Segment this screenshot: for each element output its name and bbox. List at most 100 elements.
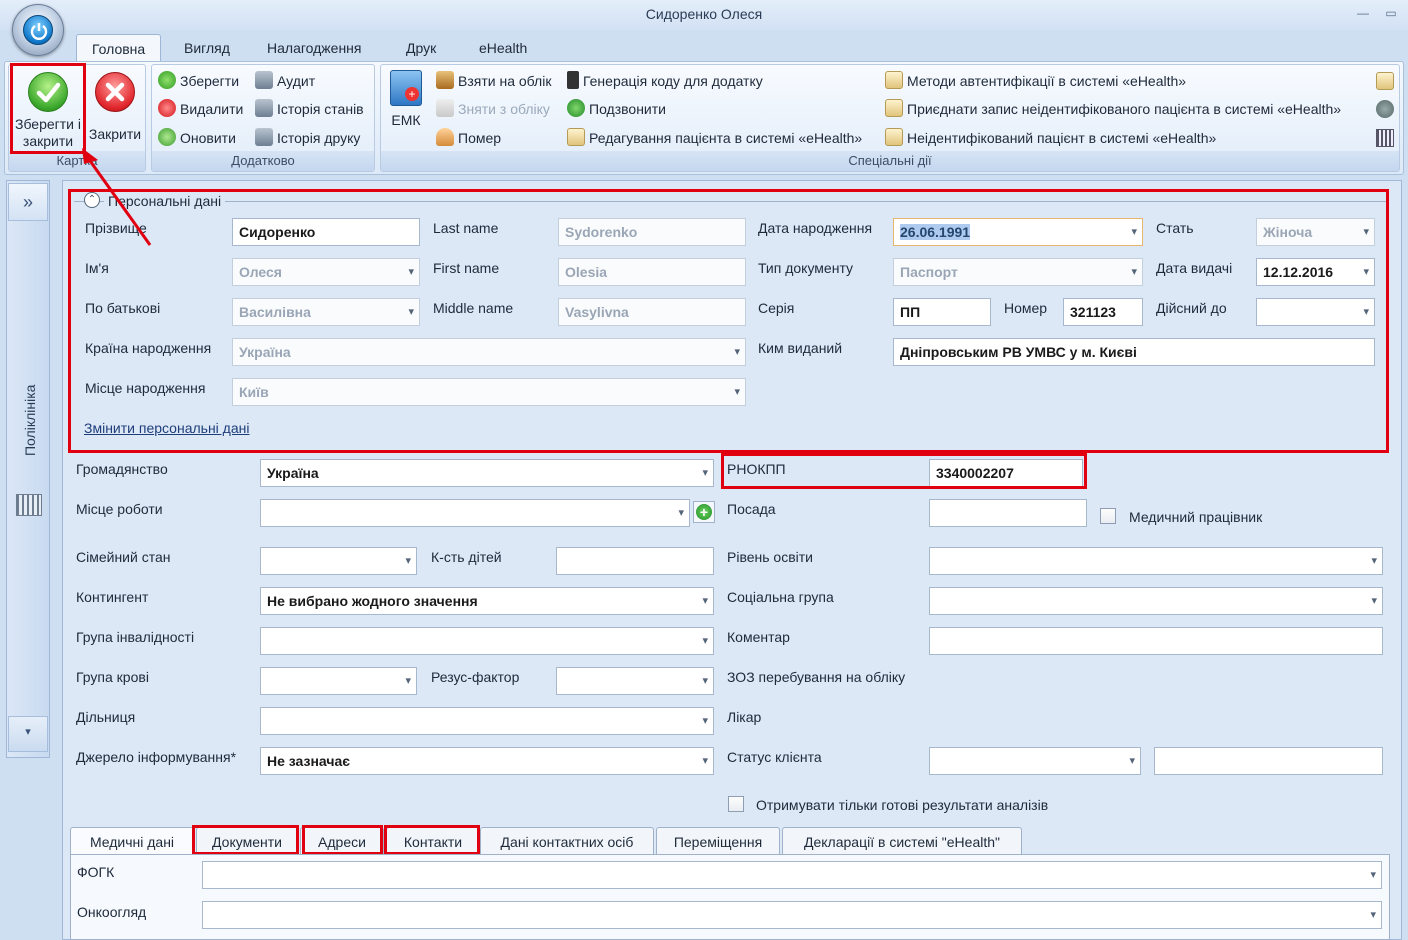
call-label: Подзвонити xyxy=(589,101,666,117)
tab-declarations[interactable]: Декларації в системі "eHealth" xyxy=(782,827,1022,855)
gen-code-label: Генерація коду для додатку xyxy=(583,73,763,89)
maximize-icon[interactable]: ▭ xyxy=(1382,4,1400,22)
power-icon xyxy=(23,15,53,45)
app-menu-button[interactable] xyxy=(12,4,64,56)
tab-settings[interactable]: Налагодження xyxy=(252,34,377,62)
comment-input[interactable] xyxy=(929,627,1383,655)
tab-contact-persons[interactable]: Дані контактних осіб xyxy=(480,827,654,855)
remove-register-button[interactable]: Зняти з обліку xyxy=(436,96,550,122)
calendar-icon[interactable] xyxy=(16,494,42,516)
onko-label: Онкоогляд xyxy=(77,904,147,920)
education-select[interactable] xyxy=(929,547,1383,575)
tab-medical-data[interactable]: Медичні дані xyxy=(70,827,194,855)
contingent-select[interactable]: Не вибрано жодного значення xyxy=(260,587,714,615)
annotation-box-documents xyxy=(192,825,299,855)
disability-label: Група інвалідності xyxy=(76,629,195,645)
client-status-select[interactable] xyxy=(929,747,1141,775)
tab-print[interactable]: Друк xyxy=(391,34,451,62)
auth-methods-button[interactable]: Методи автентифікації в системі «eHealth… xyxy=(885,68,1186,94)
tab-movements[interactable]: Переміщення xyxy=(656,827,780,855)
database-icon[interactable] xyxy=(1376,100,1394,118)
gen-code-button[interactable]: Генерація коду для додатку xyxy=(567,68,763,94)
onko-select[interactable] xyxy=(202,901,1382,929)
minimize-icon[interactable]: — xyxy=(1354,4,1372,22)
work-select[interactable] xyxy=(260,499,690,527)
save-button[interactable]: Зберегти xyxy=(158,68,239,94)
contingent-label: Контингент xyxy=(76,589,149,605)
social-select[interactable] xyxy=(929,587,1383,615)
call-icon xyxy=(567,99,585,118)
annotation-box-addresses xyxy=(302,825,383,855)
tab-ehealth[interactable]: eHealth xyxy=(464,34,542,62)
doctor-label: Лікар xyxy=(727,709,762,725)
client-status-input[interactable] xyxy=(1154,747,1383,775)
position-label: Посада xyxy=(727,501,776,517)
save-icon xyxy=(158,71,176,90)
tab-home[interactable]: Головна xyxy=(76,34,162,62)
source-select[interactable]: Не зазначає xyxy=(260,747,714,775)
tab-view[interactable]: Вигляд xyxy=(169,34,245,62)
edit-patient-button[interactable]: Редагування пацієнта в системі «eHealth» xyxy=(567,125,862,151)
register-icon xyxy=(436,71,454,90)
rh-label: Резус-фактор xyxy=(431,669,520,685)
ready-results-label: Отримувати тільки готові результати анал… xyxy=(756,797,1049,813)
comment-label: Коментар xyxy=(727,629,790,645)
candle-icon xyxy=(436,128,454,147)
history-icon xyxy=(255,99,273,118)
emk-button[interactable]: + ЕМК xyxy=(385,70,427,140)
education-label: Рівень освіти xyxy=(727,549,813,565)
delete-label: Видалити xyxy=(180,101,244,117)
remove-register-label: Зняти з обліку xyxy=(458,101,550,117)
patient-icon[interactable] xyxy=(1376,72,1394,90)
citizenship-label: Громадянство xyxy=(76,461,168,477)
children-input[interactable] xyxy=(556,547,714,575)
refresh-label: Оновити xyxy=(180,130,236,146)
fogk-select[interactable] xyxy=(202,861,1382,889)
position-input[interactable] xyxy=(929,499,1087,527)
annotation-box-rnokpp xyxy=(721,453,1087,489)
audit-button[interactable]: Аудит xyxy=(255,68,315,94)
unregister-icon xyxy=(436,99,454,118)
work-label: Місце роботи xyxy=(76,501,163,517)
group-label: Спеціальні дії xyxy=(381,151,1399,171)
call-button[interactable]: Подзвонити xyxy=(567,96,666,122)
print-history-button[interactable]: Історія друку xyxy=(255,125,360,151)
patient-icon xyxy=(885,99,903,118)
expand-sidebar-button[interactable]: » xyxy=(8,183,48,221)
close-icon xyxy=(95,72,135,112)
blood-select[interactable] xyxy=(260,667,417,695)
group-label: Додатково xyxy=(152,151,374,171)
attach-record-label: Приєднати запис неідентифікованого паціє… xyxy=(907,101,1342,117)
annotation-box-contacts xyxy=(384,825,480,855)
print-history-icon xyxy=(255,128,273,147)
citizenship-select[interactable]: Україна xyxy=(260,459,714,487)
fogk-label: ФОГК xyxy=(77,864,115,880)
patient-icon xyxy=(567,128,585,147)
disability-select[interactable] xyxy=(260,627,714,655)
ready-results-checkbox[interactable] xyxy=(728,796,744,812)
marital-label: Сімейний стан xyxy=(76,549,171,565)
take-register-button[interactable]: Взяти на облік xyxy=(436,68,551,94)
patient-icon xyxy=(885,71,903,90)
medical-worker-label: Медичний працівник xyxy=(1129,509,1263,525)
marital-select[interactable] xyxy=(260,547,417,575)
rh-select[interactable] xyxy=(556,667,714,695)
died-button[interactable]: Помер xyxy=(436,125,501,151)
delete-button[interactable]: Видалити xyxy=(158,96,243,122)
medical-record-icon: + xyxy=(390,70,422,106)
calendar-icon[interactable] xyxy=(1376,129,1394,147)
print-history-label: Історія друку xyxy=(277,130,361,146)
annotation-arrow xyxy=(82,148,152,246)
zoz-label: ЗОЗ перебування на обліку xyxy=(727,669,906,685)
district-select[interactable] xyxy=(260,707,714,735)
audit-label: Аудит xyxy=(277,73,316,89)
emk-label: ЕМК xyxy=(391,112,421,128)
state-history-button[interactable]: Історія станів xyxy=(255,96,364,122)
attach-record-button[interactable]: Приєднати запис неідентифікованого паціє… xyxy=(885,96,1341,122)
add-work-button[interactable]: + xyxy=(693,501,715,523)
sidebar-label[interactable]: Поліклініка xyxy=(22,385,38,456)
sidebar-dropdown-button[interactable]: ▾ xyxy=(8,716,48,752)
unidentified-button[interactable]: Неідентифікований пацієнт в системі «eHe… xyxy=(885,125,1216,151)
edit-patient-label: Редагування пацієнта в системі «eHealth» xyxy=(589,130,863,146)
medical-worker-checkbox[interactable] xyxy=(1100,508,1116,524)
